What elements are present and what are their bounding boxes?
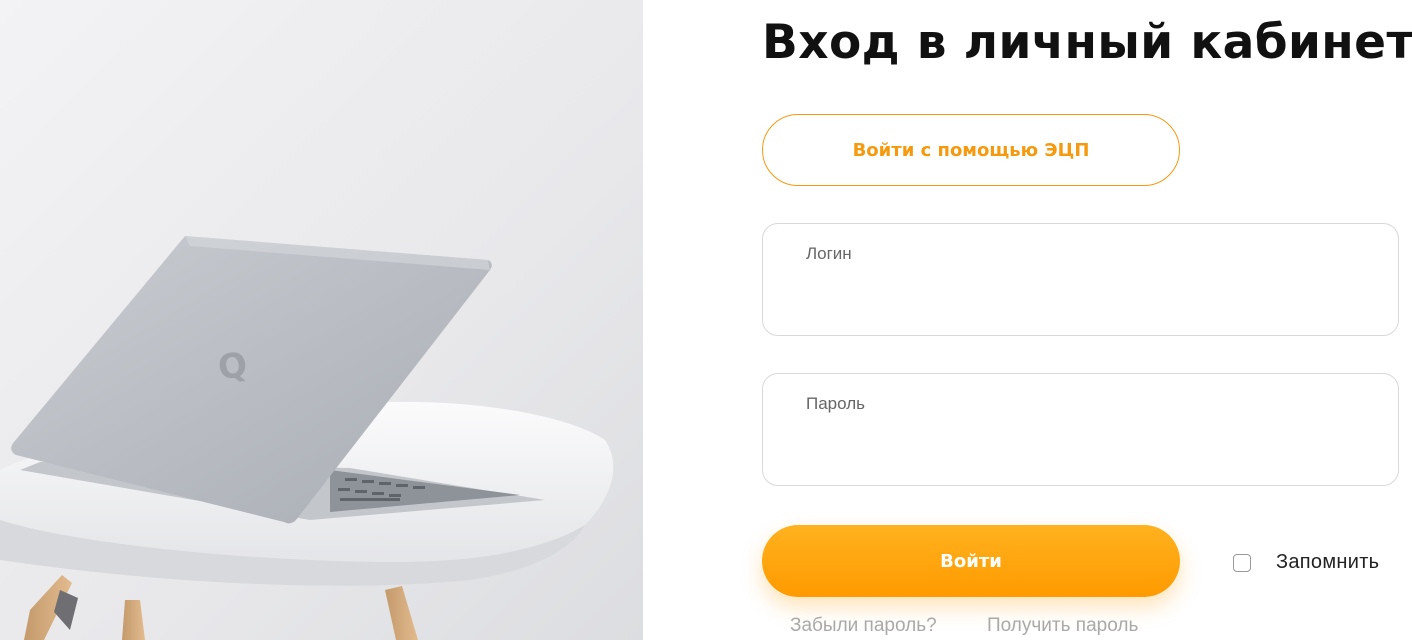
laptop-logo-icon: Q — [216, 345, 250, 389]
password-field[interactable]: Пароль — [762, 373, 1399, 486]
get-password-link[interactable]: Получить пароль — [987, 615, 1138, 637]
password-label: Пароль — [806, 394, 865, 413]
login-page: Q Вход в личный кабинет Войти с помощью … — [0, 0, 1412, 640]
login-input[interactable] — [805, 276, 1374, 314]
login-field[interactable]: Логин — [762, 223, 1399, 336]
page-title: Вход в личный кабинет — [762, 15, 1412, 70]
ecp-login-button[interactable]: Войти с помощью ЭЦП — [762, 114, 1180, 186]
remember-label: Запомнить — [1276, 551, 1380, 573]
login-submit-button[interactable]: Войти — [762, 525, 1180, 597]
login-label: Логин — [806, 244, 852, 263]
password-input[interactable] — [805, 426, 1374, 464]
remember-checkbox[interactable] — [1233, 553, 1251, 572]
remember-me-toggle[interactable]: Запомнить — [1233, 551, 1379, 574]
hero-image: Q — [0, 0, 643, 640]
laptop-chair-illustration: Q — [0, 0, 643, 640]
forgot-password-link[interactable]: Забыли пароль? — [790, 615, 937, 637]
